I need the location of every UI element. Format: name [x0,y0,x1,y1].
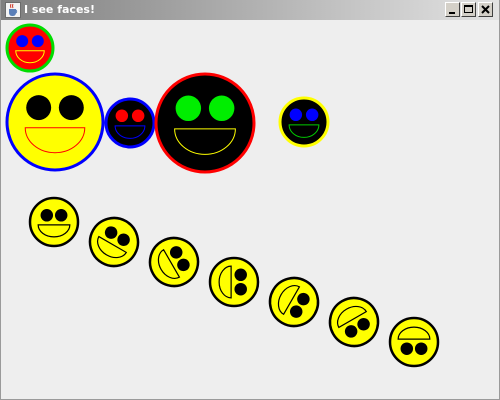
face-outline [388,316,440,368]
left-eye [289,108,303,122]
face-outline [5,23,55,73]
minimize-button[interactable] [445,2,460,17]
right-eye [305,108,319,122]
left-eye [175,95,202,122]
right-eye [58,95,84,121]
face-black-large [154,72,256,174]
left-eye [16,35,29,48]
face-outline [154,72,256,174]
minimize-icon [449,12,455,14]
face-outline [208,256,260,308]
app-window: I see faces! [0,0,500,400]
right-eye [131,109,145,123]
title-bar[interactable]: I see faces! [1,0,499,20]
face-black-blueeyes [278,96,330,148]
maximize-button[interactable] [461,2,476,17]
maximize-icon [464,5,473,13]
java-cup-icon [5,2,21,18]
face-outline [5,72,105,172]
faces-canvas [1,20,499,399]
right-eye [54,209,68,222]
close-icon [481,5,490,14]
face-yellow-large [5,72,105,172]
face-outline [278,96,330,148]
rotating-face [28,196,80,248]
left-eye [40,209,54,222]
left-eye [26,95,52,121]
close-button[interactable] [478,2,493,17]
right-eye [400,342,414,355]
right-eye [208,95,235,122]
left-eye [234,268,247,282]
left-eye [414,342,428,355]
rotating-face [388,316,440,368]
right-eye [234,282,247,296]
rotating-face [208,256,260,308]
face-outline [104,97,156,149]
left-eye [115,109,129,123]
face-red-small [5,23,55,73]
face-black-redeyes [104,97,156,149]
face-outline [28,196,80,248]
right-eye [31,35,44,48]
window-title: I see faces! [24,3,95,16]
